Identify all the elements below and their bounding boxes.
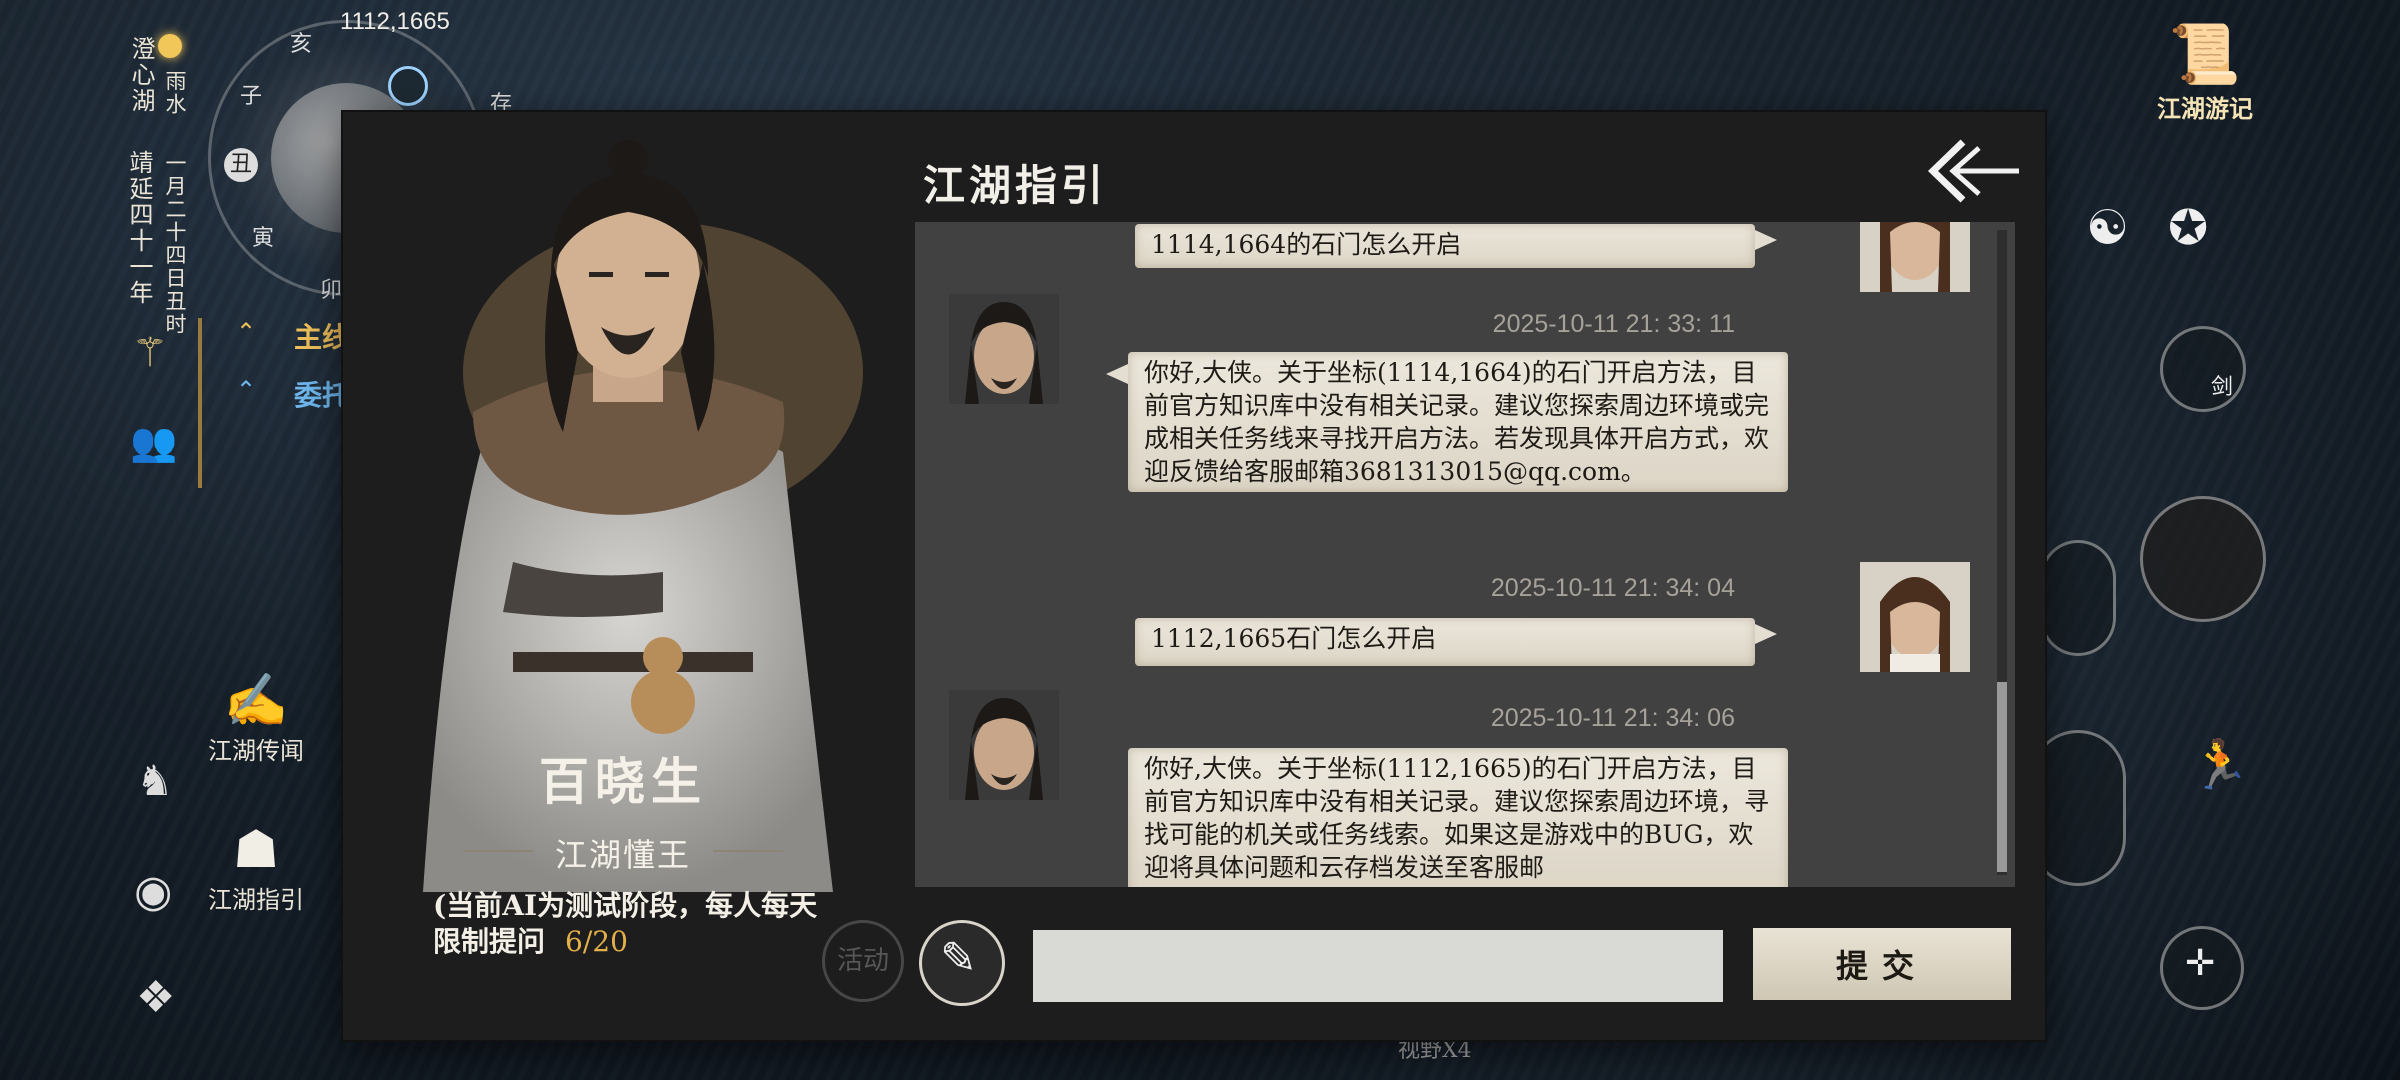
spirit-icon[interactable]: ☯	[2086, 200, 2129, 256]
jianghu-guide-dialog: 百晓生 江湖懂王 (当前AI为测试阶段，每人每天限制提问 6/20 江湖指引 11…	[343, 112, 2045, 1040]
eye-icon[interactable]: ◉	[134, 866, 172, 917]
journal-icon: 📜	[2168, 20, 2242, 88]
sword-switch-button[interactable]: 剑	[2160, 326, 2246, 412]
user-message-bubble: 1112,1665石门怎么开启	[1135, 618, 1777, 666]
zodiac-zi: 子	[240, 84, 263, 109]
rumor-label: 江湖传闻	[208, 737, 304, 765]
zodiac-chou: 丑	[224, 148, 258, 182]
question-limit: (当前AI为测试阶段，每人每天限制提问 6/20	[433, 888, 833, 960]
quest-main[interactable]: 主线	[294, 316, 350, 356]
user-avatar	[1860, 562, 1970, 672]
coordinates: 1112,1665	[340, 8, 450, 35]
title-divider-right	[713, 850, 783, 852]
quest-main-icon: ⌃	[236, 318, 257, 346]
guide-button[interactable]: ☗ 江湖指引	[196, 820, 316, 915]
message-timestamp: 2025-10-11 21: 34: 06	[1490, 704, 1735, 732]
npc-avatar	[949, 294, 1059, 404]
npc-message-bubble: 你好,大侠。关于坐标(1112,1665)的石门开启方法，目前官方知识库中没有相…	[1128, 748, 1788, 887]
day-time: 一月二十四日丑时	[163, 152, 187, 336]
quest-commission-icon: ⌃	[236, 376, 257, 404]
crosshair-icon: ✛	[2185, 943, 2216, 984]
rumor-button[interactable]: ✍ 江湖传闻	[196, 670, 316, 766]
target-lock-button[interactable]: ✛	[2160, 926, 2244, 1010]
guide-icon: ☗	[232, 820, 280, 880]
quest-commission[interactable]: 委托	[294, 374, 350, 414]
message-text: 你好,大侠。关于坐标(1114,1664)的石门开启方法，目前官方知识库中没有相…	[1144, 358, 1770, 486]
scroll-icon[interactable]: ⚚	[132, 330, 168, 376]
dodge-icon[interactable]: 🏃	[2190, 736, 2250, 793]
jianghu-emblem-icon[interactable]: ✪	[2168, 200, 2208, 256]
horse-icon[interactable]: ♞	[136, 756, 174, 805]
activity-button[interactable]: 活动	[822, 920, 904, 1002]
sun-icon	[158, 34, 182, 58]
team-icon[interactable]: 👥	[130, 420, 177, 465]
quest-divider	[198, 318, 202, 488]
message-timestamp: 2025-10-11 21: 34: 04	[1490, 574, 1735, 602]
rumor-icon: ✍	[223, 671, 289, 731]
location-label: 澄心湖	[127, 36, 155, 114]
zodiac-hai: 亥	[290, 32, 313, 57]
npc-message-bubble: 你好,大侠。关于坐标(1114,1664)的石门开启方法，目前官方知识库中没有相…	[1106, 352, 1788, 492]
npc-title: 江湖懂王	[554, 836, 691, 874]
compass-eye-icon[interactable]	[388, 66, 428, 106]
era-date: 靖延四十一年	[125, 150, 153, 306]
dialog-title: 江湖指引	[923, 161, 1108, 210]
back-arrow-icon[interactable]	[1923, 136, 2023, 206]
npc-avatar	[949, 690, 1059, 800]
user-message-bubble: 1114,1664的石门怎么开启	[1135, 224, 1777, 268]
chat-history[interactable]: 1114,1664的石门怎么开启 2025-10-11 21: 33: 11 你…	[915, 222, 2015, 887]
skill-slot-empty[interactable]	[2140, 496, 2266, 622]
journal-label: 江湖游记	[2157, 94, 2253, 123]
message-timestamp: 2025-10-11 21: 33: 11	[1492, 310, 1735, 338]
weather-label: 雨水	[163, 70, 187, 116]
skill-slot-left[interactable]	[2040, 540, 2116, 656]
npc-name: 百晓生	[539, 752, 707, 811]
question-input[interactable]	[1033, 930, 1723, 1002]
brush-icon: ✎	[940, 933, 977, 984]
sword-label: 剑	[2210, 375, 2233, 400]
scrollbar-thumb[interactable]	[1997, 682, 2007, 872]
npc-title-group: 江湖懂王	[463, 830, 783, 874]
limit-count: 6/20	[565, 925, 628, 958]
zodiac-yin: 寅	[252, 226, 275, 251]
guide-label: 江湖指引	[208, 886, 304, 914]
journal-button[interactable]: 📜 江湖游记	[2150, 20, 2260, 124]
user-avatar	[1860, 222, 1970, 292]
brush-button[interactable]: ✎	[919, 920, 1005, 1006]
submit-button[interactable]: 提交	[1753, 928, 2011, 1000]
message-text: 你好,大侠。关于坐标(1112,1665)的石门开启方法，目前官方知识库中没有相…	[1144, 754, 1770, 882]
message-text: 1114,1664的石门怎么开启	[1151, 230, 1462, 259]
message-text: 1112,1665石门怎么开启	[1151, 624, 1437, 653]
diamond-menu-icon[interactable]: ❖	[136, 972, 175, 1023]
zodiac-mao: 卯	[320, 278, 343, 303]
